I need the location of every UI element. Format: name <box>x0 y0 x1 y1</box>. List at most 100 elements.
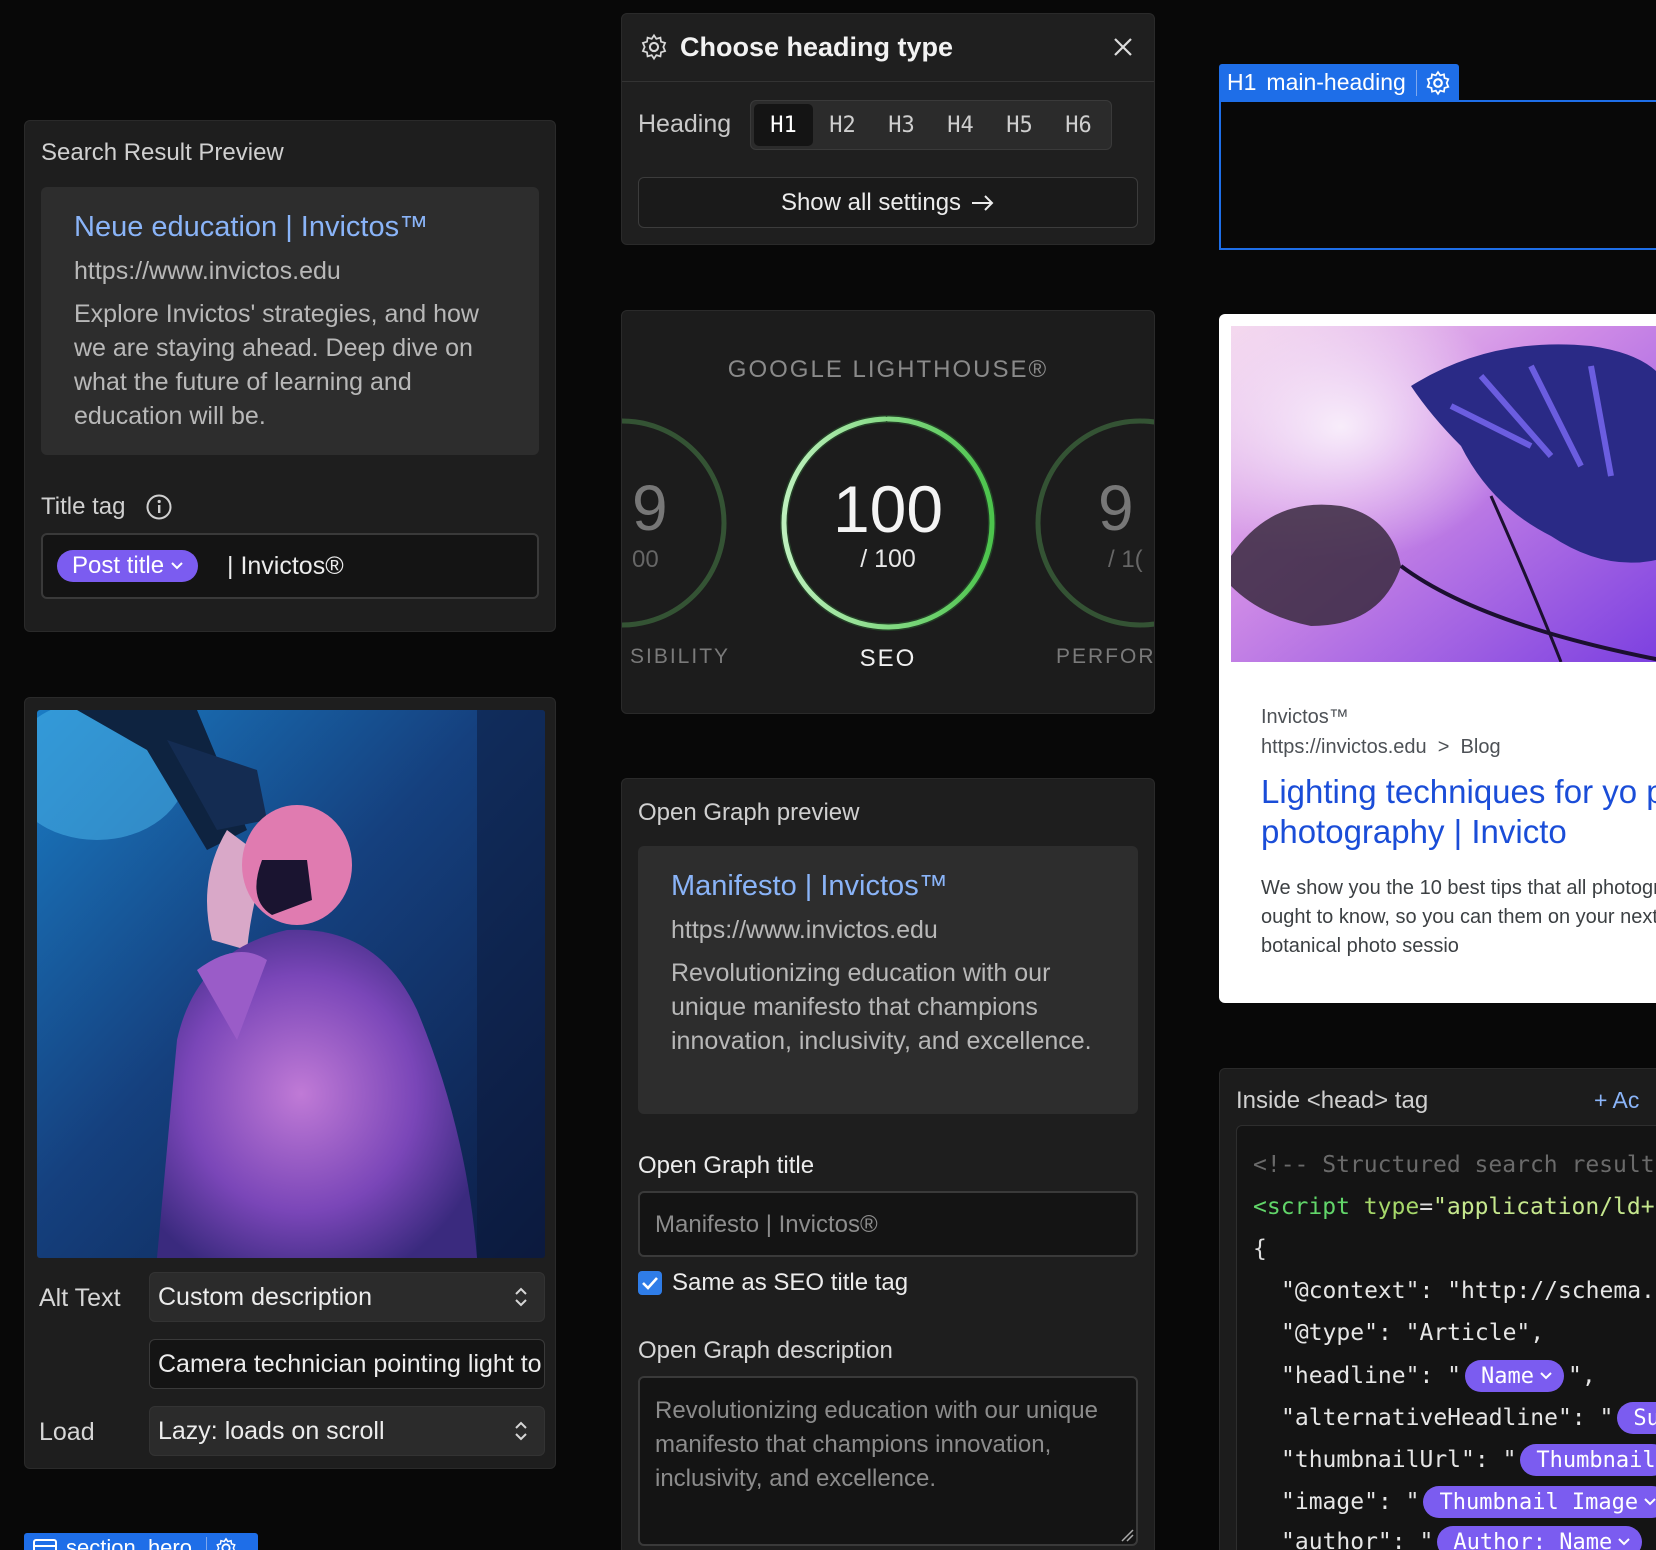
same-as-seo-label: Same as SEO title tag <box>672 1269 909 1296</box>
alt-headline-pill-label: Su <box>1633 1405 1656 1431</box>
lighthouse-panel: GOOGLE LIGHTHOUSE® 9 00 SIBILITY 100 / 1… <box>621 310 1155 714</box>
heading-option-h3[interactable]: H3 <box>872 104 931 146</box>
code-context-val: "http://schema. <box>1447 1278 1655 1304</box>
right-score: 9 <box>1098 472 1134 544</box>
load-label: Load <box>39 1418 95 1446</box>
seo-score-max: / 100 <box>860 545 916 573</box>
google-result-title[interactable]: Lighting techniques for yo plant photogr… <box>1261 772 1656 852</box>
google-result-site-name: Invictos™ <box>1261 706 1349 728</box>
heading-badge-name: main-heading <box>1266 69 1406 95</box>
load-select[interactable]: Lazy: loads on scroll <box>149 1406 545 1456</box>
code-script-tag: <script <box>1253 1194 1350 1220</box>
same-as-seo-checkbox[interactable] <box>638 1271 662 1295</box>
heading-option-h2[interactable]: H2 <box>813 104 872 146</box>
search-preview-title: Search Result Preview <box>41 139 284 166</box>
code-script-line: <script type="application/ld+ <box>1253 1194 1655 1220</box>
gear-icon <box>216 1537 236 1550</box>
og-preview-title[interactable]: Manifesto | Invictos™ <box>671 870 948 903</box>
code-thumbnail-line: "thumbnailUrl": " Thumbnail <box>1281 1444 1656 1476</box>
google-result-card: Invictos™ https://invictos.edu > Blog Li… <box>1219 314 1656 1003</box>
author-pill-label: Author: Name <box>1453 1529 1613 1550</box>
left-score-max: 00 <box>632 546 659 573</box>
show-all-settings-button[interactable]: Show all settings <box>638 177 1138 228</box>
heading-option-h4[interactable]: H4 <box>931 104 990 146</box>
show-all-settings-label: Show all settings <box>780 188 962 216</box>
plant-thumbnail-image[interactable] <box>1231 326 1656 662</box>
hero-image[interactable] <box>37 710 545 1258</box>
thumbnail-pill[interactable]: Thumbnail <box>1520 1444 1656 1476</box>
right-score-label: PERFOR <box>1056 645 1155 668</box>
gear-icon <box>640 33 668 61</box>
code-author-line: "author": " Author: Name <box>1281 1526 1643 1550</box>
alt-text-mode-select[interactable]: Custom description <box>149 1272 545 1322</box>
code-context-line: "@context": "http://schema. <box>1281 1278 1655 1304</box>
heading-badge[interactable]: H1 main-heading <box>1219 64 1459 101</box>
post-title-pill[interactable]: Post title <box>57 550 199 582</box>
heading-badge-settings[interactable] <box>1415 69 1451 96</box>
post-title-pill-label: Post title <box>72 552 165 579</box>
og-title-input[interactable]: Manifesto | Invictos® <box>638 1191 1138 1257</box>
title-tag-input[interactable]: Post title | Invictos® <box>41 533 539 599</box>
alt-headline-pill[interactable]: Su <box>1617 1402 1656 1434</box>
head-code-section-title: Inside <head> tag <box>1236 1087 1429 1114</box>
open-graph-section-title: Open Graph preview <box>638 799 860 826</box>
code-type-line: "@type": "Article", <box>1281 1320 1545 1346</box>
google-result-breadcrumb: https://invictos.edu > Blog <box>1261 736 1501 758</box>
code-alt-headline-key: "alternativeHeadline" <box>1281 1405 1572 1431</box>
left-score-label: SIBILITY <box>630 645 731 668</box>
close-icon[interactable] <box>1110 34 1136 60</box>
og-description-textarea[interactable]: Revolutionizing education with our uniqu… <box>638 1376 1138 1546</box>
heading-selection-outline[interactable] <box>1219 100 1656 250</box>
alt-text-mode-value: Custom description <box>158 1282 372 1311</box>
code-alt-headline-line: "alternativeHeadline": " Su <box>1281 1402 1656 1434</box>
chevron-down-icon <box>171 562 183 570</box>
right-score-ring <box>1035 418 1154 628</box>
og-title-label: Open Graph title <box>638 1152 815 1179</box>
heading-option-h5[interactable]: H5 <box>990 104 1049 146</box>
updown-chevron-icon <box>515 1287 527 1307</box>
heading-option-h6[interactable]: H6 <box>1049 104 1108 146</box>
search-preview-card: Neue education | Invictos™ https://www.i… <box>41 187 539 455</box>
code-headline-key: "headline" <box>1281 1363 1420 1389</box>
section-icon <box>33 1539 57 1550</box>
code-image-line: "image": " Thumbnail Image <box>1281 1486 1656 1518</box>
thumbnail-pill-label: Thumbnail <box>1536 1447 1656 1473</box>
alt-text-value-input[interactable]: Camera technician pointing light to <box>149 1339 545 1389</box>
code-author-key: "author" <box>1281 1529 1392 1550</box>
search-result-preview-panel: Search Result Preview Neue education | I… <box>24 120 556 632</box>
og-description-placeholder: Revolutionizing education with our uniqu… <box>655 1397 1098 1492</box>
gear-icon <box>1426 70 1450 95</box>
author-pill[interactable]: Author: Name <box>1437 1526 1643 1550</box>
code-type-key: "@type" <box>1281 1320 1378 1346</box>
checkmark-icon <box>642 1277 658 1290</box>
arrow-right-icon <box>972 194 994 211</box>
section-hero-settings[interactable] <box>205 1537 237 1550</box>
alt-text-label: Alt Text <box>39 1284 121 1312</box>
section-hero-label: section_hero <box>66 1535 192 1550</box>
og-preview-url: https://www.invictos.edu <box>671 916 938 944</box>
code-editor[interactable]: <!-- Structured search result <script ty… <box>1236 1125 1656 1550</box>
code-script-attr-value: "application/ld+ <box>1433 1194 1655 1220</box>
info-icon[interactable] <box>145 493 173 521</box>
image-pill[interactable]: Thumbnail Image <box>1423 1486 1656 1518</box>
open-graph-preview-card: Manifesto | Invictos™ https://www.invict… <box>638 846 1138 1114</box>
headline-pill[interactable]: Name <box>1465 1360 1565 1392</box>
heading-option-h1[interactable]: H1 <box>754 104 813 146</box>
add-code-button[interactable]: + Ac <box>1594 1087 1639 1114</box>
left-score: 9 <box>632 472 668 544</box>
og-preview-description: Revolutionizing education with our uniqu… <box>671 959 1092 1055</box>
title-tag-suffix: | Invictos® <box>227 552 344 580</box>
code-context-key: "@context" <box>1281 1278 1420 1304</box>
image-pill-label: Thumbnail Image <box>1439 1489 1639 1515</box>
search-preview-result-url: https://www.invictos.edu <box>74 257 341 285</box>
code-thumbnail-key: "thumbnailUrl" <box>1281 1447 1475 1473</box>
code-image-key: "image" <box>1281 1489 1378 1515</box>
section-hero-tag[interactable]: section_hero <box>24 1533 258 1550</box>
heading-level-segmented: H1 H2 H3 H4 H5 H6 <box>750 100 1112 150</box>
code-headline-line: "headline": " Name ", <box>1281 1360 1596 1392</box>
heading-label: Heading <box>638 110 732 138</box>
image-settings-panel: Alt Text Custom description Camera techn… <box>24 697 556 1469</box>
search-preview-result-description: Explore Invictos' strategies, and how we… <box>74 300 479 430</box>
resize-handle-icon[interactable] <box>1120 1528 1134 1542</box>
search-preview-result-title[interactable]: Neue education | Invictos™ <box>74 211 428 244</box>
